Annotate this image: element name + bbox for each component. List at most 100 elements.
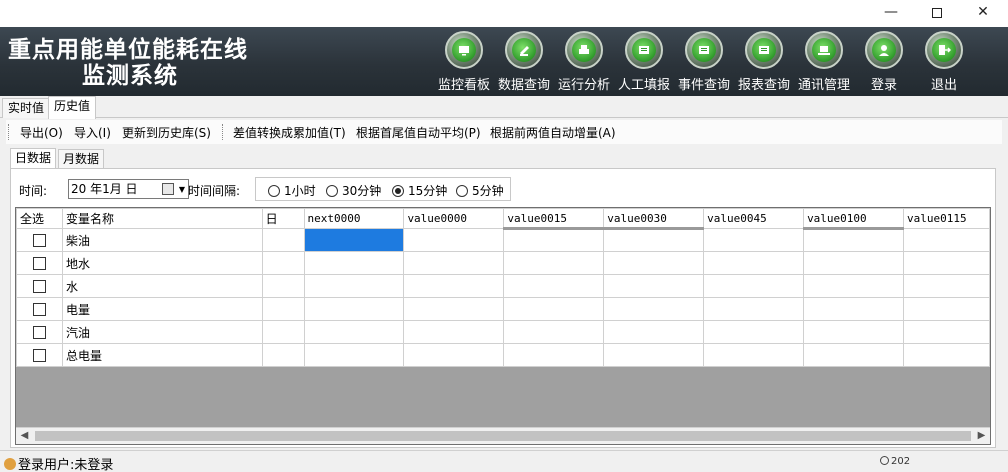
column-header[interactable]: value0115 bbox=[902, 208, 990, 229]
value-cell[interactable] bbox=[603, 343, 705, 367]
value-cell[interactable] bbox=[403, 274, 505, 298]
value-cell[interactable] bbox=[503, 251, 605, 275]
column-header[interactable]: next0000 bbox=[303, 208, 405, 229]
value-cell[interactable] bbox=[603, 320, 705, 344]
radio-30-min[interactable]: 30分钟 bbox=[326, 182, 381, 199]
value-cell[interactable] bbox=[503, 320, 605, 344]
row-checkbox[interactable] bbox=[32, 326, 46, 339]
value-cell[interactable] bbox=[403, 251, 505, 275]
row-checkbox-cell[interactable] bbox=[16, 297, 63, 321]
value-cell[interactable] bbox=[803, 274, 904, 298]
date-picker[interactable]: 20 年1月 日 ▼ bbox=[68, 179, 189, 199]
nav-report-query-button[interactable]: 报表查询 bbox=[734, 31, 794, 95]
value-cell[interactable] bbox=[503, 343, 605, 367]
radio-5-min[interactable]: 5分钟 bbox=[456, 182, 504, 199]
horizontal-scrollbar[interactable]: ◀ ▶ bbox=[16, 427, 990, 444]
scrollbar-thumb[interactable] bbox=[35, 431, 971, 441]
variable-name-cell[interactable]: 水 bbox=[61, 274, 263, 298]
minimize-button[interactable]: — bbox=[868, 0, 914, 27]
value-cell[interactable] bbox=[703, 343, 805, 367]
table-row[interactable]: 水 bbox=[16, 274, 990, 298]
value-cell[interactable] bbox=[803, 228, 904, 252]
column-header[interactable]: value0045 bbox=[703, 208, 805, 229]
value-cell[interactable] bbox=[403, 297, 505, 321]
value-cell[interactable] bbox=[902, 228, 990, 252]
day-cell[interactable] bbox=[261, 343, 305, 367]
value-cell[interactable] bbox=[803, 320, 904, 344]
chevron-down-icon[interactable]: ▼ bbox=[179, 181, 185, 199]
column-header[interactable]: 变量名称 bbox=[61, 208, 263, 229]
tab-realtime[interactable]: 实时值 bbox=[2, 98, 51, 118]
value-cell[interactable] bbox=[603, 228, 705, 252]
value-cell[interactable] bbox=[403, 320, 505, 344]
variable-name-cell[interactable]: 柴油 bbox=[61, 228, 263, 252]
row-checkbox-cell[interactable] bbox=[16, 274, 63, 298]
value-cell-selected[interactable] bbox=[303, 228, 405, 252]
day-cell[interactable] bbox=[261, 274, 305, 298]
export-button[interactable]: 导出(O) bbox=[20, 124, 63, 141]
radio-1-hour[interactable]: 1小时 bbox=[268, 182, 316, 199]
variable-name-cell[interactable]: 总电量 bbox=[61, 343, 263, 367]
value-cell[interactable] bbox=[803, 297, 904, 321]
column-header[interactable]: value0030 bbox=[603, 208, 705, 230]
value-cell[interactable] bbox=[803, 251, 904, 275]
row-checkbox-cell[interactable] bbox=[16, 251, 63, 275]
value-cell[interactable] bbox=[902, 320, 990, 344]
nav-login-button[interactable]: 登录 bbox=[854, 31, 914, 95]
value-cell[interactable] bbox=[303, 251, 405, 275]
nav-comm-management-button[interactable]: 通讯管理 bbox=[794, 31, 854, 95]
tab-history[interactable]: 历史值 bbox=[48, 96, 97, 119]
value-cell[interactable] bbox=[303, 343, 405, 367]
tab-daily-data[interactable]: 日数据 bbox=[10, 148, 57, 169]
nav-data-query-button[interactable]: 数据查询 bbox=[494, 31, 554, 95]
auto-increment-button[interactable]: 根据前两值自动增量(A) bbox=[490, 124, 616, 141]
value-cell[interactable] bbox=[703, 297, 805, 321]
nav-event-query-button[interactable]: 事件查询 bbox=[674, 31, 734, 95]
row-checkbox-cell[interactable] bbox=[16, 343, 63, 367]
table-row[interactable]: 柴油 bbox=[16, 228, 990, 252]
value-cell[interactable] bbox=[803, 343, 904, 367]
value-cell[interactable] bbox=[902, 297, 990, 321]
table-row[interactable]: 地水 bbox=[16, 251, 990, 275]
nav-run-analysis-button[interactable]: 运行分析 bbox=[554, 31, 614, 95]
row-checkbox[interactable] bbox=[32, 234, 46, 247]
value-cell[interactable] bbox=[303, 320, 405, 344]
column-header[interactable]: 日 bbox=[261, 208, 305, 229]
value-cell[interactable] bbox=[303, 297, 405, 321]
value-cell[interactable] bbox=[603, 251, 705, 275]
value-cell[interactable] bbox=[902, 251, 990, 275]
variable-name-cell[interactable]: 地水 bbox=[61, 251, 263, 275]
diff-to-cumulative-button[interactable]: 差值转换成累加值(T) bbox=[233, 124, 346, 141]
nav-manual-entry-button[interactable]: 人工填报 bbox=[614, 31, 674, 95]
value-cell[interactable] bbox=[603, 297, 705, 321]
value-cell[interactable] bbox=[603, 274, 705, 298]
value-cell[interactable] bbox=[303, 274, 405, 298]
table-row[interactable]: 汽油 bbox=[16, 320, 990, 344]
auto-average-button[interactable]: 根据首尾值自动平均(P) bbox=[356, 124, 481, 141]
value-cell[interactable] bbox=[703, 320, 805, 344]
day-cell[interactable] bbox=[261, 297, 305, 321]
value-cell[interactable] bbox=[503, 228, 605, 252]
nav-exit-button[interactable]: 退出 bbox=[914, 31, 974, 95]
value-cell[interactable] bbox=[503, 297, 605, 321]
column-header[interactable]: value0000 bbox=[403, 208, 505, 229]
day-cell[interactable] bbox=[261, 251, 305, 275]
row-checkbox-cell[interactable] bbox=[16, 228, 63, 252]
column-header[interactable]: value0100 bbox=[803, 208, 904, 230]
value-cell[interactable] bbox=[403, 228, 505, 252]
update-history-button[interactable]: 更新到历史库(S) bbox=[122, 124, 211, 141]
row-checkbox[interactable] bbox=[32, 303, 46, 316]
value-cell[interactable] bbox=[703, 228, 805, 252]
scroll-right-icon[interactable]: ▶ bbox=[973, 428, 990, 444]
variable-name-cell[interactable]: 汽油 bbox=[61, 320, 263, 344]
column-header[interactable]: value0015 bbox=[503, 208, 605, 230]
radio-15-min[interactable]: 15分钟 bbox=[392, 182, 447, 199]
value-cell[interactable] bbox=[503, 274, 605, 298]
day-cell[interactable] bbox=[261, 228, 305, 252]
tab-monthly-data[interactable]: 月数据 bbox=[58, 149, 105, 168]
import-button[interactable]: 导入(I) bbox=[74, 124, 111, 141]
value-cell[interactable] bbox=[703, 274, 805, 298]
variable-name-cell[interactable]: 电量 bbox=[61, 297, 263, 321]
value-cell[interactable] bbox=[902, 343, 990, 367]
row-checkbox[interactable] bbox=[32, 257, 46, 270]
